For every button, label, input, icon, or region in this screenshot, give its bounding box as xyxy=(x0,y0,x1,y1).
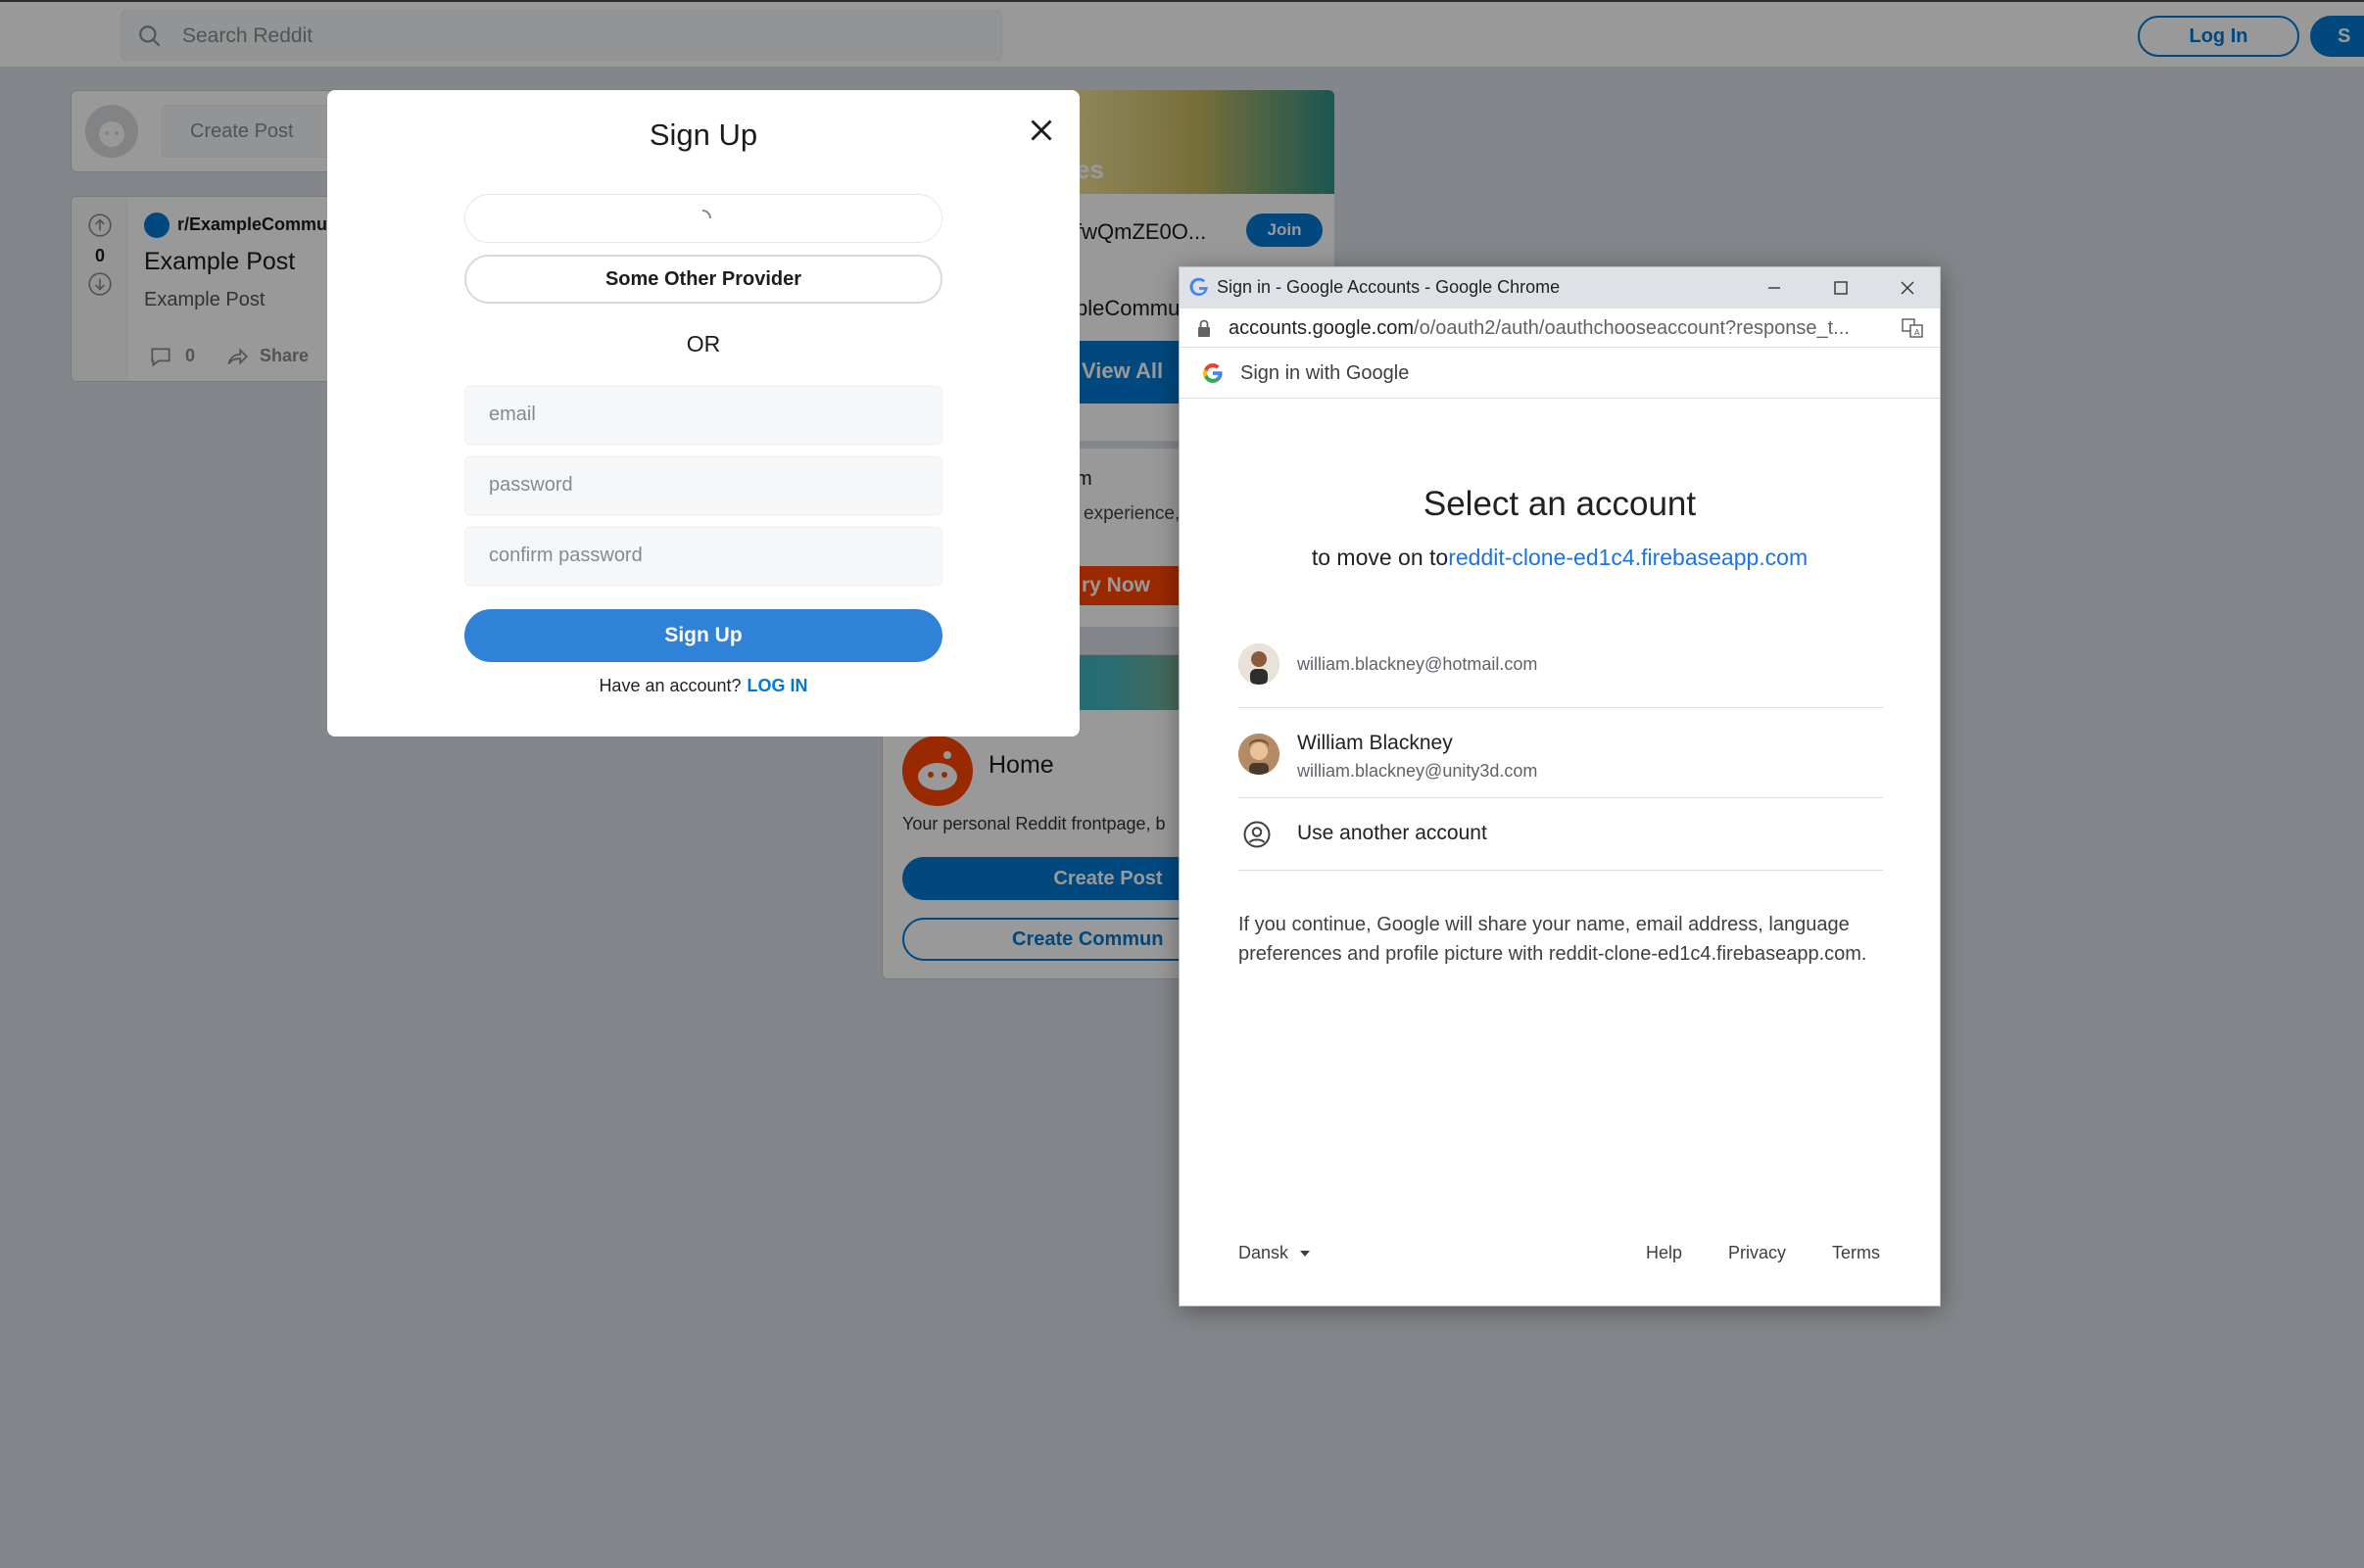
have-account-text: Have an account? xyxy=(599,676,742,695)
window-titlebar[interactable]: Sign in - Google Accounts - Google Chrom… xyxy=(1180,267,1940,309)
login-link[interactable]: LOG IN xyxy=(748,676,808,695)
header-title: Sign in with Google xyxy=(1240,362,1410,384)
have-account-row: Have an account? LOG IN xyxy=(327,676,1080,696)
minimize-icon[interactable] xyxy=(1760,273,1789,303)
privacy-link[interactable]: Privacy xyxy=(1728,1243,1786,1263)
signup-modal: Sign Up Some Other Provider OR email pas… xyxy=(327,90,1080,736)
account-option[interactable]: William Blackney william.blackney@unity3… xyxy=(1238,708,1883,798)
window-title: Sign in - Google Accounts - Google Chrom… xyxy=(1217,277,1561,297)
url-text[interactable]: accounts.google.com/o/oauth2/auth/oauthc… xyxy=(1229,317,1895,340)
other-provider-button[interactable]: Some Other Provider xyxy=(464,255,942,304)
avatar xyxy=(1238,734,1279,775)
terms-link[interactable]: Terms xyxy=(1832,1243,1880,1263)
google-footer: Dansk Help Privacy Terms xyxy=(1238,1243,1883,1272)
help-link[interactable]: Help xyxy=(1646,1243,1682,1263)
google-signin-window: Sign in - Google Accounts - Google Chrom… xyxy=(1179,266,1941,1307)
address-bar[interactable]: accounts.google.com/o/oauth2/auth/oauthc… xyxy=(1180,309,1940,348)
close-icon[interactable] xyxy=(1893,273,1922,303)
account-email: william.blackney@unity3d.com xyxy=(1297,761,1538,781)
consent-text: If you continue, Google will share your … xyxy=(1238,914,1867,965)
account-option[interactable]: william.blackney@hotmail.com xyxy=(1238,620,1883,708)
subtitle-prefix: to move on to xyxy=(1311,545,1449,570)
loading-spinner-icon xyxy=(701,210,711,219)
language-select[interactable]: Dansk xyxy=(1238,1243,1312,1263)
use-another-account[interactable]: Use another account xyxy=(1238,798,1883,871)
modal-title: Sign Up xyxy=(649,118,758,152)
signup-submit-button[interactable]: Sign Up xyxy=(464,609,942,662)
use-another-label: Use another account xyxy=(1297,822,1487,844)
maximize-icon[interactable] xyxy=(1826,273,1856,303)
close-icon[interactable] xyxy=(1023,112,1060,149)
or-divider: OR xyxy=(686,331,721,356)
google-g-icon xyxy=(1189,277,1208,297)
svg-text:A: A xyxy=(1914,328,1920,337)
oauth-provider-button[interactable] xyxy=(464,194,942,243)
lock-icon xyxy=(1198,319,1210,337)
page-subtitle: to move on toreddit-clone-ed1c4.firebase… xyxy=(1180,545,1940,571)
page-title: Select an account xyxy=(1423,485,1697,523)
avatar xyxy=(1238,643,1279,685)
account-name: William Blackney xyxy=(1297,732,1453,754)
account-email: william.blackney@hotmail.com xyxy=(1297,654,1538,674)
language-label: Dansk xyxy=(1238,1243,1289,1262)
confirm-password-field[interactable]: confirm password xyxy=(464,527,942,586)
caret-down-icon xyxy=(1300,1250,1311,1257)
app-link[interactable]: reddit-clone-ed1c4.firebaseapp.com xyxy=(1448,545,1808,570)
google-logo-icon xyxy=(1203,363,1223,383)
translate-icon[interactable]: A xyxy=(1901,316,1924,340)
password-field[interactable]: password xyxy=(464,456,942,515)
email-field[interactable]: email xyxy=(464,386,942,445)
url-path: /o/oauth2/auth/oauthchooseaccount?respon… xyxy=(1414,317,1850,339)
account-circle-icon xyxy=(1243,821,1271,848)
google-header: Sign in with Google xyxy=(1180,348,1940,399)
url-host: accounts.google.com xyxy=(1229,317,1415,339)
